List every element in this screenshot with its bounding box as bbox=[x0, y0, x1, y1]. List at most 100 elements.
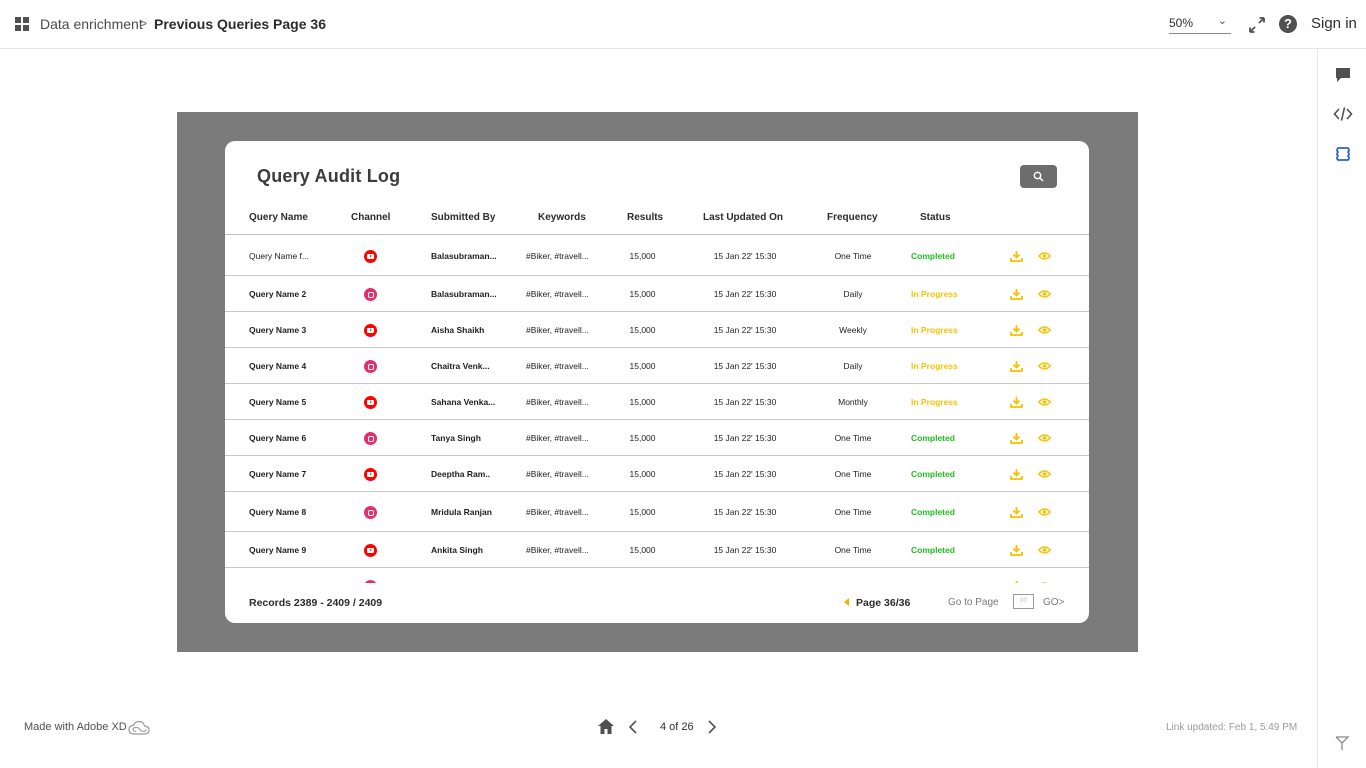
table-row[interactable]: Query Name 5 Sahana Venka... #Biker, #trav… bbox=[225, 384, 1089, 420]
download-icon[interactable] bbox=[1010, 544, 1023, 556]
download-icon[interactable] bbox=[1010, 432, 1023, 444]
download-icon[interactable] bbox=[1010, 396, 1023, 408]
download-icon[interactable] bbox=[1010, 580, 1023, 583]
keywords-cell: #Biker, #travell... bbox=[526, 361, 589, 371]
search-button[interactable] bbox=[1020, 165, 1057, 188]
go-to-page-label: Go to Page bbox=[948, 597, 999, 608]
submitted-by-cell: Deeptha Ram.. bbox=[431, 469, 491, 479]
previous-page-icon[interactable] bbox=[844, 598, 849, 606]
query-name-cell: Query Name 9 bbox=[249, 545, 307, 555]
keywords-cell: #Biker, #travell... bbox=[526, 251, 589, 261]
download-icon[interactable] bbox=[1010, 288, 1023, 300]
youtube-icon bbox=[364, 544, 377, 557]
download-icon[interactable] bbox=[1010, 360, 1023, 372]
flag-icon[interactable] bbox=[1334, 735, 1350, 751]
query-name-cell: Query Name f... bbox=[249, 251, 309, 261]
download-icon[interactable] bbox=[1010, 506, 1023, 518]
query-name-cell: Query Name 5 bbox=[249, 397, 307, 407]
eye-icon[interactable] bbox=[1038, 361, 1051, 371]
instagram-icon bbox=[364, 506, 377, 519]
go-to-page-input[interactable]: 00 bbox=[1013, 594, 1034, 609]
results-cell: 15,000 bbox=[629, 325, 656, 335]
status-badge: Completed bbox=[911, 507, 955, 517]
creative-cloud-icon bbox=[128, 720, 150, 735]
table-row[interactable]: Query Name 6 Tanya Singh #Biker, #travell.… bbox=[225, 420, 1089, 456]
keywords-cell: #Biker, #travell... bbox=[526, 289, 589, 299]
instagram-icon bbox=[364, 288, 377, 301]
table-body: Query Name f... Balasubraman... #Biker, #t… bbox=[225, 236, 1089, 583]
plugin-icon[interactable] bbox=[1333, 144, 1353, 164]
eye-icon[interactable] bbox=[1038, 397, 1051, 407]
frequency-cell: Daily bbox=[823, 581, 883, 583]
records-count: Records 2389 - 2409 / 2409 bbox=[249, 597, 383, 609]
eye-icon[interactable] bbox=[1038, 325, 1051, 335]
search-icon bbox=[1033, 171, 1044, 182]
eye-icon[interactable] bbox=[1038, 433, 1051, 443]
eye-icon[interactable] bbox=[1038, 581, 1051, 583]
query-name-cell: Query Name 2 bbox=[249, 289, 307, 299]
chevron-down-icon: ⌄ bbox=[1217, 15, 1227, 27]
column-header-last-updated[interactable]: Last Updated On bbox=[703, 212, 783, 223]
table-row[interactable]: Query Name 3 Aisha Shaikh #Biker, #travell… bbox=[225, 312, 1089, 348]
eye-icon[interactable] bbox=[1038, 507, 1051, 517]
column-header-channel[interactable]: Channel bbox=[351, 212, 390, 223]
download-icon[interactable] bbox=[1010, 468, 1023, 480]
table-row[interactable]: Query Name 8 Mridula Ranjan #Biker, #trave… bbox=[225, 492, 1089, 532]
eye-icon[interactable] bbox=[1038, 545, 1051, 555]
status-badge: Completed bbox=[911, 433, 955, 443]
submitted-by-cell: Ankita Singh bbox=[431, 545, 483, 555]
code-icon[interactable] bbox=[1333, 104, 1353, 124]
grid-icon[interactable] bbox=[15, 17, 29, 31]
table-row[interactable]: Query Name 9 Ankita Singh #Biker, #travell… bbox=[225, 532, 1089, 568]
keywords-cell: #Biker, #travell... bbox=[526, 581, 606, 583]
table-row[interactable]: Query Name 10 Balasubraman... #Biker, #tra… bbox=[225, 568, 1089, 583]
keywords-cell: #Biker, #travell... bbox=[526, 397, 589, 407]
column-header-keywords[interactable]: Keywords bbox=[538, 212, 586, 223]
table-row[interactable]: Query Name 4 Chaitra Venk... #Biker, #trav… bbox=[225, 348, 1089, 384]
download-icon[interactable] bbox=[1010, 250, 1023, 262]
table-row[interactable]: Query Name 2 Balasubraman... #Biker, #trav… bbox=[225, 276, 1089, 312]
eye-icon[interactable] bbox=[1038, 469, 1051, 479]
column-header-results[interactable]: Results bbox=[627, 212, 663, 223]
chevron-right-icon[interactable] bbox=[707, 719, 717, 735]
home-icon[interactable] bbox=[597, 718, 615, 735]
status-badge: In Progress bbox=[911, 397, 958, 407]
chevron-left-icon[interactable] bbox=[628, 719, 638, 735]
table-row[interactable]: Query Name f... Balasubraman... #Biker, #t… bbox=[225, 236, 1089, 276]
results-cell: 15,000 bbox=[629, 545, 656, 555]
help-icon[interactable]: ? bbox=[1279, 15, 1297, 33]
column-header-frequency[interactable]: Frequency bbox=[827, 212, 878, 223]
frequency-cell: Daily bbox=[843, 289, 863, 299]
table-row[interactable]: Query Name 7 Deeptha Ram.. #Biker, #travel… bbox=[225, 456, 1089, 492]
instagram-icon bbox=[364, 580, 377, 583]
sign-in-link[interactable]: Sign in bbox=[1311, 15, 1357, 32]
results-cell: 15,000 bbox=[629, 469, 656, 479]
last-updated-cell: 15 Jan 22' 15:30 bbox=[713, 361, 777, 371]
status-badge: Completed bbox=[911, 545, 955, 555]
comment-icon[interactable] bbox=[1333, 65, 1353, 85]
results-cell: 15,000 bbox=[629, 289, 656, 299]
made-with-label: Made with Adobe XD bbox=[24, 721, 127, 733]
go-button[interactable]: GO> bbox=[1043, 597, 1064, 608]
submitted-by-cell: Tanya Singh bbox=[431, 433, 481, 443]
query-name-cell: Query Name 10 bbox=[249, 581, 327, 583]
column-header-query-name[interactable]: Query Name bbox=[249, 212, 308, 223]
results-cell: 15,000 bbox=[629, 361, 656, 371]
eye-icon[interactable] bbox=[1038, 251, 1051, 261]
youtube-icon bbox=[364, 324, 377, 337]
column-header-status[interactable]: Status bbox=[920, 212, 951, 223]
status-badge: In Progress bbox=[911, 325, 958, 335]
link-updated-label: Link updated: Feb 1, 5:49 PM bbox=[1166, 722, 1298, 733]
keywords-cell: #Biker, #travell... bbox=[526, 433, 589, 443]
zoom-select[interactable]: 50% ⌄ bbox=[1169, 15, 1231, 34]
table-header: Query Name Channel Submitted By Keywords… bbox=[225, 210, 1089, 235]
zoom-value: 50% bbox=[1169, 16, 1194, 30]
frequency-cell: One Time bbox=[834, 251, 872, 261]
column-header-submitted-by[interactable]: Submitted By bbox=[431, 212, 495, 223]
instagram-icon bbox=[364, 360, 377, 373]
eye-icon[interactable] bbox=[1038, 289, 1051, 299]
download-icon[interactable] bbox=[1010, 324, 1023, 336]
breadcrumb-root[interactable]: Data enrichment bbox=[40, 16, 143, 32]
youtube-icon bbox=[364, 250, 377, 263]
expand-icon[interactable] bbox=[1247, 15, 1267, 35]
